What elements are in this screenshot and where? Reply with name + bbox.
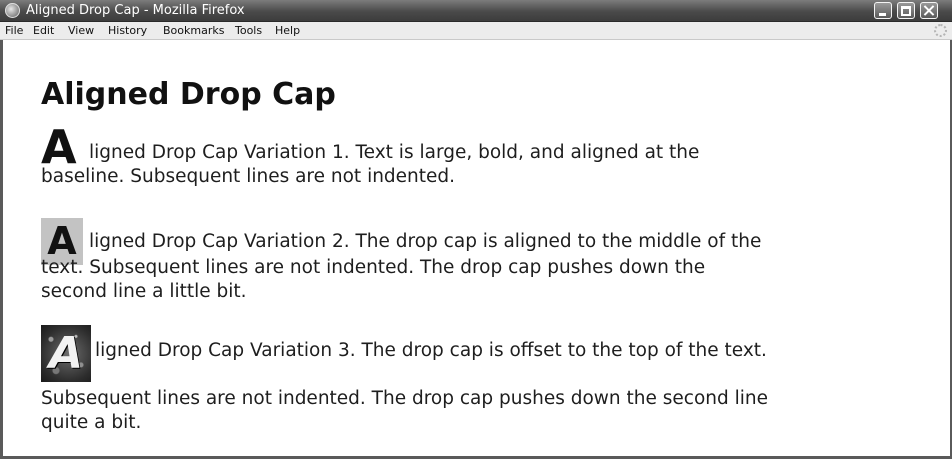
minimize-icon[interactable] bbox=[874, 2, 892, 19]
throbber-icon bbox=[934, 24, 947, 37]
paragraph-line: quite a bit. bbox=[41, 412, 142, 433]
paragraph-line: text. Subsequent lines are not indented.… bbox=[41, 257, 706, 278]
menu-bookmarks[interactable]: Bookmarks bbox=[163, 23, 224, 39]
window-title: Aligned Drop Cap - Mozilla Firefox bbox=[26, 3, 245, 18]
window-titlebar[interactable]: Aligned Drop Cap - Mozilla Firefox bbox=[0, 0, 952, 22]
paragraph-line: baseline. Subsequent lines are not inden… bbox=[41, 166, 456, 187]
menu-help[interactable]: Help bbox=[275, 23, 300, 39]
paragraph-line: second line a little bit. bbox=[41, 281, 247, 302]
drop-cap-1: A bbox=[41, 120, 77, 174]
drop-cap-3: A bbox=[41, 325, 91, 382]
paragraph-line: ligned Drop Cap Variation 2. The drop ca… bbox=[89, 231, 762, 252]
close-icon[interactable] bbox=[920, 2, 938, 19]
menu-edit[interactable]: Edit bbox=[33, 23, 54, 39]
menu-tools[interactable]: Tools bbox=[235, 23, 262, 39]
menu-file[interactable]: File bbox=[5, 23, 23, 39]
paragraph-line: Subsequent lines are not indented. The d… bbox=[41, 388, 769, 409]
firefox-icon bbox=[5, 3, 20, 18]
menu-history[interactable]: History bbox=[108, 23, 147, 39]
page-title: Aligned Drop Cap bbox=[41, 77, 336, 112]
paragraph-line: ligned Drop Cap Variation 1. Text is lar… bbox=[89, 142, 700, 163]
page-viewport[interactable]: Aligned Drop Cap A ligned Drop Cap Varia… bbox=[0, 40, 952, 459]
menu-bar: File Edit View History Bookmarks Tools H… bbox=[0, 22, 952, 40]
paragraph-line: ligned Drop Cap Variation 3. The drop ca… bbox=[95, 340, 767, 361]
menu-view[interactable]: View bbox=[68, 23, 94, 39]
maximize-icon[interactable] bbox=[897, 2, 915, 19]
